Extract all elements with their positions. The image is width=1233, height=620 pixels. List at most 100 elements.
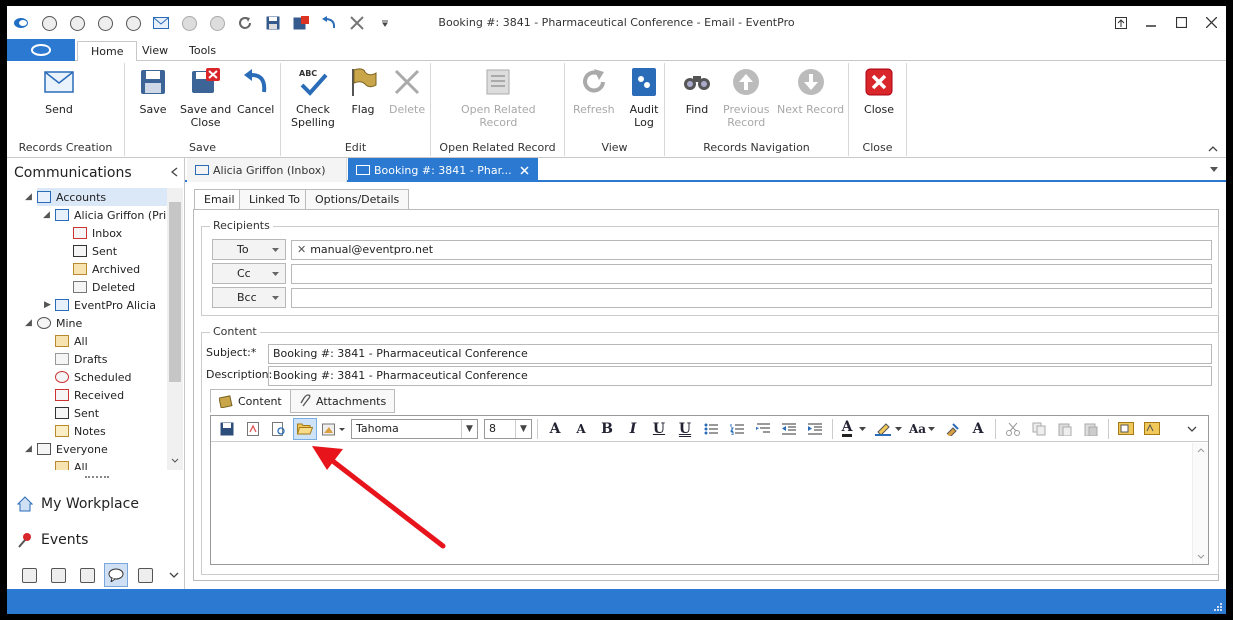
close-window-button[interactable] [1196, 6, 1226, 39]
tree-item-accounts[interactable]: Accounts [37, 188, 167, 206]
refresh-button[interactable]: Refresh [573, 67, 615, 116]
check-spelling-button[interactable]: ABC Check Spelling [291, 67, 335, 129]
tree-item-drafts[interactable]: Drafts [55, 350, 107, 368]
collapse-arrow-icon[interactable]: ◢ [43, 210, 50, 220]
tab-email[interactable]: Email [194, 189, 245, 210]
cc-field[interactable] [291, 264, 1212, 284]
doc-tab-booking[interactable]: Booking #: 3841 - Phar... [348, 158, 538, 182]
bcc-button[interactable]: Bcc [212, 287, 286, 308]
chevron-left-icon[interactable] [170, 166, 178, 180]
tab-tools[interactable]: Tools [176, 41, 229, 61]
bcc-field[interactable] [291, 288, 1212, 308]
delete-button[interactable]: Delete [389, 67, 425, 116]
maximize-button[interactable] [1166, 6, 1196, 39]
send-button[interactable]: Send [43, 67, 75, 116]
close-button[interactable]: Close [863, 67, 895, 116]
collapse-arrow-icon[interactable]: ◢ [25, 192, 32, 202]
collapse-arrow-icon[interactable]: ◢ [25, 318, 32, 328]
paste-icon[interactable] [1053, 418, 1077, 440]
tree-item-mine-sent[interactable]: Sent [55, 404, 99, 422]
clear-format-button[interactable]: A [966, 418, 990, 440]
tree-item-deleted[interactable]: Deleted [73, 278, 135, 296]
save-button[interactable]: Save [137, 67, 169, 116]
application-menu-button[interactable] [7, 39, 75, 61]
highlight-color-dropdown[interactable] [872, 418, 904, 440]
audit-log-button[interactable]: Audit Log [628, 67, 660, 129]
insert-merge-field-icon[interactable] [1140, 418, 1164, 440]
double-underline-button[interactable]: U [673, 418, 697, 440]
change-case-dropdown[interactable]: Aa [906, 418, 938, 440]
increase-indent-icon[interactable] [803, 418, 827, 440]
tab-list-dropdown-icon[interactable] [1210, 167, 1218, 172]
pin-icon[interactable] [1106, 6, 1136, 39]
description-input[interactable]: Booking #: 3841 - Pharmaceutical Confere… [268, 366, 1212, 386]
multilevel-list-icon[interactable] [751, 418, 775, 440]
italic-button[interactable]: I [621, 418, 645, 440]
font-family-select[interactable]: Tahoma ▼ [351, 418, 478, 439]
doc-tab-inbox[interactable]: Alicia Griffon (Inbox) [187, 158, 347, 182]
speech-bubble-icon[interactable] [104, 563, 128, 587]
shrink-font-button[interactable]: A [569, 418, 593, 440]
tools-icon[interactable] [46, 563, 70, 587]
scrollbar-thumb[interactable] [169, 202, 181, 382]
report-icon[interactable] [75, 563, 99, 587]
underline-button[interactable]: U [647, 418, 671, 440]
tree-item-notes[interactable]: Notes [55, 422, 106, 440]
cut-icon[interactable] [1001, 418, 1025, 440]
list-icon[interactable] [17, 563, 41, 587]
save-icon[interactable] [215, 418, 239, 440]
to-field[interactable]: ✕ manual@eventpro.net [291, 240, 1212, 260]
tree-scrollbar[interactable] [167, 188, 183, 470]
previous-record-button[interactable]: Previous Record [723, 67, 770, 129]
open-related-record-button[interactable]: Open Related Record [461, 67, 536, 129]
tree-item-everyone-all[interactable]: All [55, 458, 88, 470]
toolbar-overflow-icon[interactable] [1180, 418, 1204, 440]
collapse-ribbon-icon[interactable] [1208, 144, 1218, 155]
expand-arrow-icon[interactable]: ▶ [44, 300, 51, 310]
close-tab-icon[interactable] [520, 166, 529, 175]
insert-image-dropdown[interactable] [319, 418, 349, 440]
decrease-indent-icon[interactable] [777, 418, 801, 440]
numbered-list-icon[interactable] [725, 418, 749, 440]
resize-grip-icon[interactable] [1213, 602, 1222, 611]
splitter-grip[interactable] [85, 476, 109, 480]
tab-attachments[interactable]: Attachments [290, 389, 396, 413]
clipboard-icon[interactable] [133, 563, 157, 587]
tree-item-alicia-account[interactable]: Alicia Griffon (Pri... [55, 206, 167, 224]
editor-body[interactable] [211, 442, 1208, 564]
tree-item-everyone[interactable]: Everyone [37, 440, 108, 458]
tab-linked-to[interactable]: Linked To [239, 189, 310, 210]
tab-view[interactable]: View [129, 41, 181, 61]
scroll-down-icon[interactable] [171, 458, 179, 464]
nav-my-workplace[interactable]: My Workplace [17, 496, 139, 512]
new-document-icon[interactable] [241, 418, 265, 440]
cc-button[interactable]: Cc [212, 263, 286, 284]
next-record-button[interactable]: Next Record [777, 67, 844, 116]
scroll-up-icon[interactable] [1197, 447, 1205, 453]
subject-input[interactable]: Booking #: 3841 - Pharmaceutical Confere… [268, 344, 1212, 364]
save-and-close-button[interactable]: Save and Close [180, 67, 231, 129]
tree-item-inbox[interactable]: Inbox [73, 224, 122, 242]
open-file-icon[interactable] [293, 417, 317, 440]
tab-options-details[interactable]: Options/Details [305, 189, 410, 210]
nav-events[interactable]: Events [17, 532, 88, 548]
bold-button[interactable]: B [595, 418, 619, 440]
remove-recipient-icon[interactable]: ✕ [297, 243, 306, 256]
minimize-button[interactable] [1136, 6, 1166, 39]
find-document-icon[interactable] [267, 418, 291, 440]
chevron-down-icon[interactable] [162, 563, 186, 587]
grow-font-button[interactable]: A [543, 418, 567, 440]
paste-special-icon[interactable] [1079, 418, 1103, 440]
insert-field-icon[interactable] [1114, 418, 1138, 440]
bullet-list-icon[interactable] [699, 418, 723, 440]
copy-icon[interactable] [1027, 418, 1051, 440]
format-painter-icon[interactable] [940, 418, 964, 440]
tree-item-mine-all[interactable]: All [55, 332, 88, 350]
tree-item-received[interactable]: Received [55, 386, 124, 404]
scroll-down-icon[interactable] [1197, 554, 1205, 560]
tree-item-scheduled[interactable]: Scheduled [55, 368, 132, 386]
find-button[interactable]: Find [681, 67, 713, 116]
font-size-select[interactable]: 8 ▼ [484, 418, 532, 439]
collapse-arrow-icon[interactable]: ◢ [25, 444, 32, 454]
tree-item-mine[interactable]: Mine [37, 314, 82, 332]
